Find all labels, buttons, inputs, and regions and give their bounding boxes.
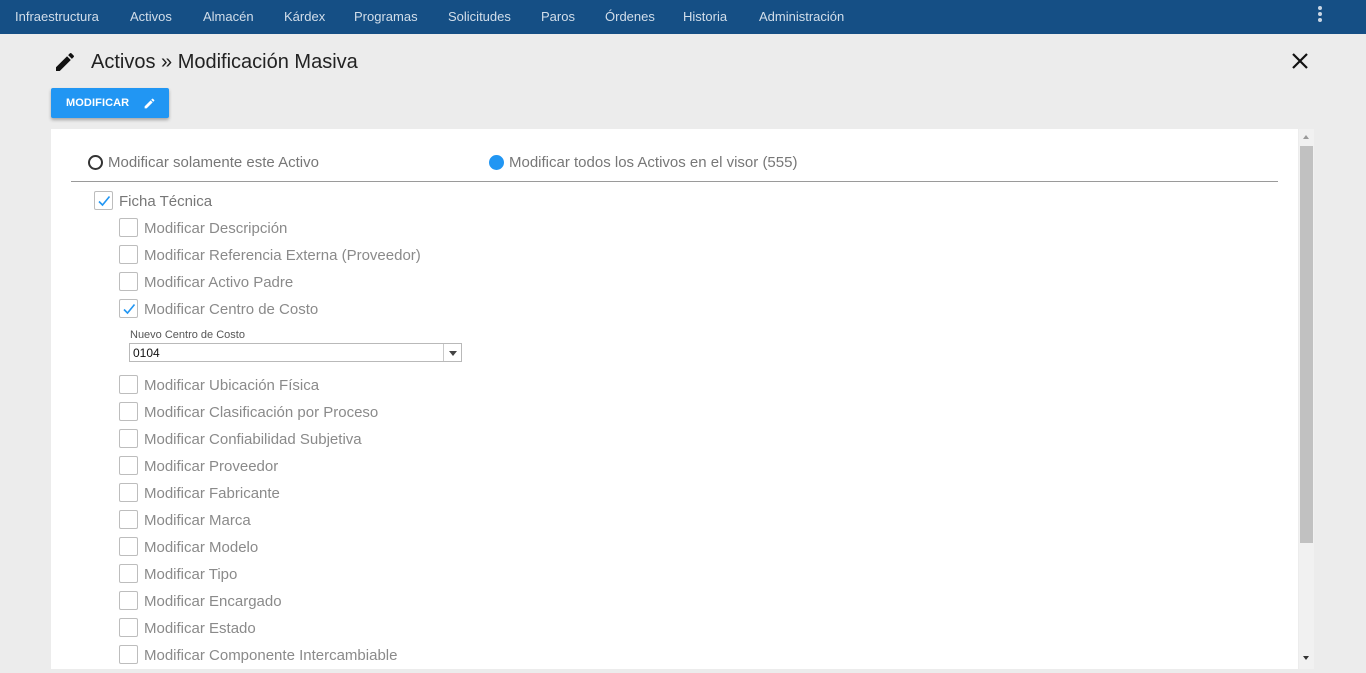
checkbox-box[interactable]: [119, 645, 138, 664]
checkbox-label: Modificar Centro de Costo: [144, 301, 319, 318]
vertical-dots-icon[interactable]: [1312, 4, 1328, 26]
checkbox-box[interactable]: [119, 510, 138, 529]
checkbox-label: Modificar Ubicación Física: [144, 377, 320, 394]
checkbox-label: Modificar Confiabilidad Subjetiva: [144, 431, 362, 448]
radio-circle-selected[interactable]: [489, 155, 504, 170]
checkmark-icon: [98, 195, 111, 207]
checkbox-label: Modificar Encargado: [144, 593, 282, 610]
checkbox-box[interactable]: [119, 402, 138, 421]
checkbox-label: Modificar Componente Intercambiable: [144, 647, 398, 664]
pencil-icon: [144, 98, 155, 109]
checkbox-box[interactable]: [119, 375, 138, 394]
checkbox-box[interactable]: [119, 218, 138, 237]
checkbox-label: Modificar Referencia Externa (Proveedor): [144, 247, 421, 264]
nav-item-solicitudes[interactable]: Solicitudes: [448, 0, 511, 34]
vertical-scrollbar[interactable]: [1299, 129, 1314, 669]
modify-button[interactable]: MODIFICAR: [51, 88, 169, 118]
checkbox-label: Modificar Marca: [144, 512, 251, 529]
nav-item-kardex[interactable]: Kárdex: [284, 0, 325, 34]
checkbox-box[interactable]: [119, 299, 138, 318]
radio-label: Modificar todos los Activos en el visor …: [509, 154, 798, 171]
scroll-down-arrow-icon[interactable]: [1303, 656, 1309, 660]
nav-item-historia[interactable]: Historia: [683, 0, 727, 34]
checkbox-label: Modificar Fabricante: [144, 485, 280, 502]
checkbox-box[interactable]: [119, 591, 138, 610]
scroll-up-arrow-icon[interactable]: [1303, 135, 1309, 139]
nav-item-paros[interactable]: Paros: [541, 0, 575, 34]
divider: [71, 181, 1278, 182]
checkbox-label: Modificar Proveedor: [144, 458, 279, 475]
checkbox-box[interactable]: [119, 618, 138, 637]
checkbox-box[interactable]: [119, 245, 138, 264]
modify-button-label: MODIFICAR: [66, 97, 130, 109]
cost-center-select[interactable]: 0104: [129, 343, 462, 362]
checkbox-label: Modificar Descripción: [144, 220, 288, 237]
radio-circle[interactable]: [88, 155, 103, 170]
checkbox-box[interactable]: [119, 483, 138, 502]
checkbox-box[interactable]: [119, 564, 138, 583]
nav-item-administracion[interactable]: Administración: [759, 0, 844, 34]
pencil-icon: [56, 52, 75, 71]
checkbox-box[interactable]: [119, 456, 138, 475]
checkbox-label: Modificar Clasificación por Proceso: [144, 404, 379, 421]
cost-center-value: 0104: [133, 346, 160, 360]
close-icon[interactable]: [1288, 49, 1312, 73]
chevron-down-icon[interactable]: [443, 344, 461, 361]
nav-item-infraestructura[interactable]: Infraestructura: [15, 0, 99, 34]
modification-panel: Modificar solamente este Activo Modifica…: [51, 129, 1298, 669]
nav-item-ordenes[interactable]: Órdenes: [605, 0, 655, 34]
top-nav: Infraestructura Activos Almacén Kárdex P…: [0, 0, 1366, 34]
checkbox-label: Modificar Activo Padre: [144, 274, 294, 291]
nav-item-programas[interactable]: Programas: [354, 0, 418, 34]
checkbox-box[interactable]: [119, 429, 138, 448]
radio-label: Modificar solamente este Activo: [108, 154, 319, 171]
nav-item-almacen[interactable]: Almacén: [203, 0, 254, 34]
checkbox-label: Ficha Técnica: [119, 193, 213, 210]
checkbox-box[interactable]: [119, 537, 138, 556]
checkbox-box[interactable]: [94, 191, 113, 210]
scrollbar-thumb[interactable]: [1300, 146, 1313, 543]
checkmark-icon: [123, 303, 136, 315]
nav-item-activos[interactable]: Activos: [130, 0, 172, 34]
checkbox-box[interactable]: [119, 272, 138, 291]
checkbox-label: Modificar Modelo: [144, 539, 259, 556]
page-title: Activos » Modificación Masiva: [91, 51, 358, 73]
checkbox-label: Modificar Tipo: [144, 566, 238, 583]
cost-center-label: Nuevo Centro de Costo: [130, 329, 245, 341]
checkbox-label: Modificar Estado: [144, 620, 256, 637]
